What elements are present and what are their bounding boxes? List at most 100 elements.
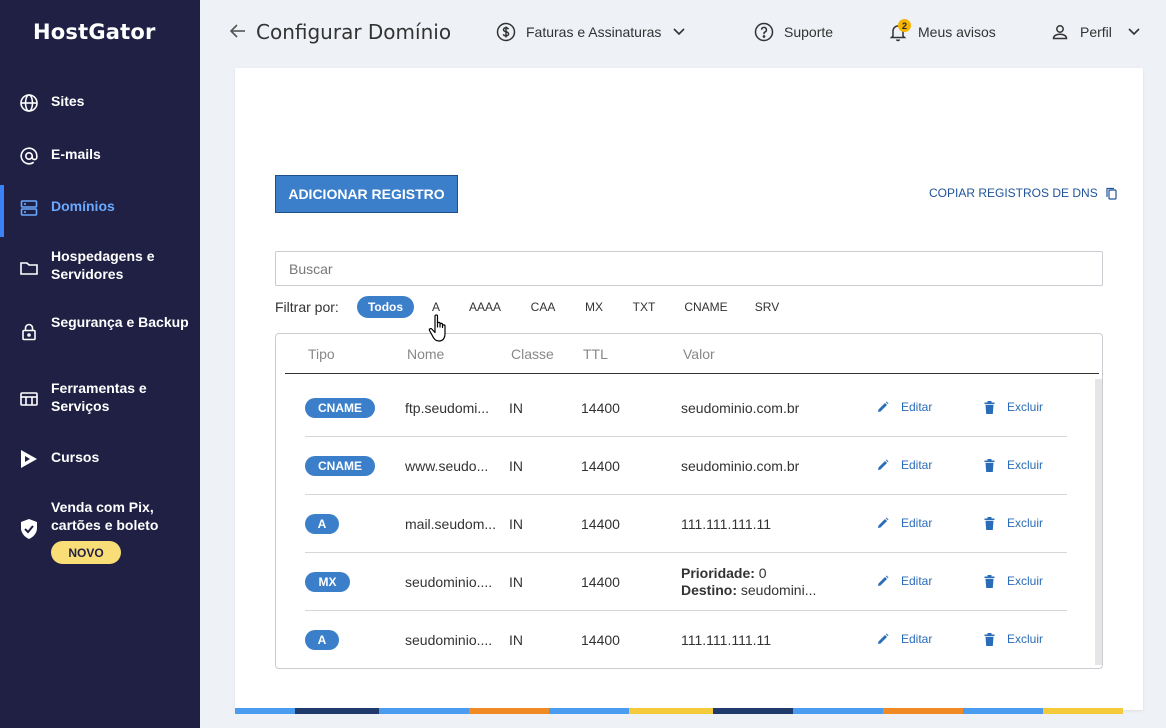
chevron-down-icon [1128, 28, 1140, 36]
hand-cursor-icon [428, 313, 452, 350]
record-type-badge: MX [305, 572, 350, 592]
support-label: Suporte [784, 24, 834, 40]
filter-chip-txt[interactable]: TXT [628, 296, 660, 318]
column-header-classe: Classe [511, 346, 554, 362]
delete-button[interactable]: Excluir [984, 574, 1043, 588]
server-icon [18, 197, 40, 219]
trash-icon [984, 400, 995, 414]
delete-label: Excluir [1007, 574, 1044, 588]
table-scrollbar[interactable] [1095, 379, 1102, 665]
notices-label: Meus avisos [918, 24, 996, 40]
page-title: Configurar Domínio [256, 20, 452, 44]
trash-icon [984, 574, 995, 588]
edit-button[interactable]: Editar [877, 458, 932, 472]
delete-button[interactable]: Excluir [984, 632, 1043, 646]
column-header-tipo: Tipo [308, 346, 335, 362]
delete-label: Excluir [1007, 458, 1044, 472]
notification-count-badge: 2 [898, 19, 911, 32]
record-ttl: 14400 [581, 574, 620, 590]
record-type-badge: CNAME [305, 456, 375, 476]
sidebar-item-label: Ferramentas e Serviços [51, 380, 147, 414]
profile-label: Perfil [1080, 24, 1112, 40]
brand-logo[interactable]: HostGator [33, 20, 156, 44]
folder-icon [18, 257, 40, 279]
record-class: IN [509, 632, 523, 648]
sidebar-item-label: Segurança e Backup [51, 314, 189, 330]
filter-chip-srv[interactable]: SRV [751, 296, 783, 318]
sidebar-item-label: Sites [51, 93, 85, 109]
record-ttl: 14400 [581, 400, 620, 416]
trash-icon [984, 632, 995, 646]
record-type-badge: A [305, 630, 339, 650]
support-link[interactable]: Suporte [754, 20, 833, 44]
edit-button[interactable]: Editar [877, 574, 932, 588]
decorative-stripe [235, 708, 1143, 714]
copy-icon [1106, 187, 1117, 200]
sidebar-item-label: Domínios [51, 198, 115, 214]
sidebar-item-label: E-mails [51, 146, 101, 162]
record-class: IN [509, 400, 523, 416]
billing-menu[interactable]: Faturas e Assinaturas [496, 20, 685, 44]
record-name: seudominio.... [405, 574, 493, 590]
edit-label: Editar [901, 400, 933, 414]
filter-chip-cname[interactable]: CNAME [680, 296, 732, 318]
back-arrow-icon[interactable] [229, 21, 247, 41]
pencil-icon [878, 401, 889, 412]
delete-label: Excluir [1007, 400, 1044, 414]
record-type-badge: CNAME [305, 398, 375, 418]
dollar-icon [496, 22, 516, 42]
edit-label: Editar [901, 574, 933, 588]
shield-check-icon [18, 518, 40, 540]
record-value: seudominio.com.br [681, 400, 800, 416]
edit-button[interactable]: Editar [877, 516, 932, 530]
record-mx-priority: Prioridade: 0 [681, 565, 831, 581]
filter-chip-todos[interactable]: Todos [357, 296, 414, 318]
delete-label: Excluir [1007, 632, 1044, 646]
delete-button[interactable]: Excluir [984, 400, 1043, 414]
profile-menu[interactable]: Perfil [1050, 20, 1140, 44]
record-name: mail.seudom... [405, 516, 497, 532]
user-icon [1052, 25, 1068, 40]
sidebar-item-label: Hospedagens e Servidores [51, 248, 155, 282]
edit-label: Editar [901, 458, 933, 472]
chevron-down-icon [673, 28, 685, 36]
priority-label: Prioridade: [681, 565, 755, 581]
at-icon [18, 145, 40, 167]
trash-icon [984, 458, 995, 472]
help-icon [754, 22, 774, 42]
pencil-icon [878, 575, 889, 586]
delete-button[interactable]: Excluir [984, 516, 1043, 530]
record-ttl: 14400 [581, 632, 620, 648]
filter-chip-mx[interactable]: MX [580, 296, 608, 318]
sidebar-item-label: Cursos [51, 449, 100, 465]
edit-button[interactable]: Editar [877, 632, 932, 646]
pencil-icon [878, 633, 889, 644]
pencil-icon [878, 517, 889, 528]
search-input[interactable] [275, 251, 1103, 286]
table-row: CNAME www.seudo... IN 14400 seudominio.c… [305, 437, 1067, 495]
table-row: MX seudominio.... IN 14400 Prioridade: 0… [305, 553, 1067, 611]
top-header: Configurar Domínio Faturas e Assinaturas… [200, 0, 1166, 64]
record-ttl: 14400 [581, 516, 620, 532]
table-row: A mail.seudom... IN 14400 111.111.111.11… [305, 495, 1067, 553]
record-value: seudominio.com.br [681, 458, 800, 474]
table-header-divider [285, 373, 1099, 374]
sidebar-item-label: Venda com Pix, cartões e boleto [51, 499, 159, 533]
copy-dns-records-link[interactable]: COPIAR REGISTROS DE DNS [929, 186, 1117, 200]
column-header-valor: Valor [683, 346, 715, 362]
filter-label: Filtrar por: [275, 299, 339, 315]
table-row: CNAME ftp.seudomi... IN 14400 seudominio… [305, 379, 1067, 437]
record-name: seudominio.... [405, 632, 493, 648]
filter-chip-aaaa[interactable]: AAAA [463, 296, 507, 318]
lock-icon [18, 321, 40, 343]
record-class: IN [509, 574, 523, 590]
edit-button[interactable]: Editar [877, 400, 932, 414]
filter-chip-caa[interactable]: CAA [525, 296, 561, 318]
record-value: 111.111.111.11 [681, 516, 772, 532]
delete-button[interactable]: Excluir [984, 458, 1043, 472]
delete-label: Excluir [1007, 516, 1044, 530]
notices-link[interactable]: 2 Meus avisos [888, 19, 996, 44]
add-record-button[interactable]: ADICIONAR REGISTRO [275, 175, 458, 213]
record-name: ftp.seudomi... [405, 400, 490, 416]
priority-value: 0 [758, 565, 767, 581]
